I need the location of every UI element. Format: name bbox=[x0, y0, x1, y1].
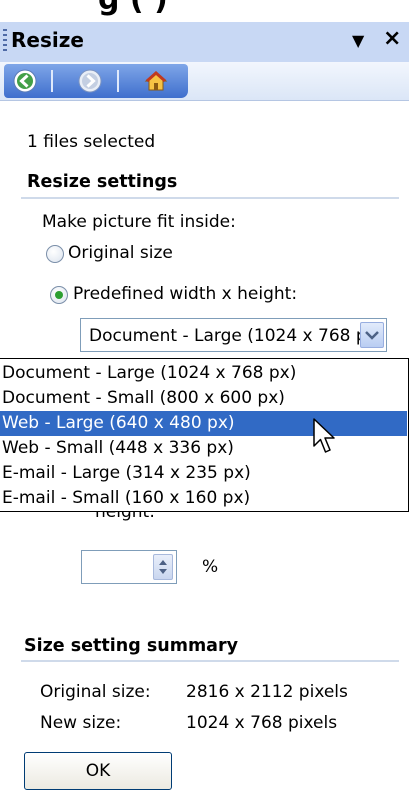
navigation-button-group bbox=[4, 64, 188, 98]
size-option-web-small[interactable]: Web - Small (448 x 336 px) bbox=[0, 436, 407, 461]
forward-button[interactable] bbox=[78, 69, 102, 93]
mouse-pointer-icon bbox=[313, 418, 335, 453]
pane-grip-handle[interactable] bbox=[3, 29, 7, 53]
original-size-summary-value: 2816 x 2112 pixels bbox=[186, 682, 348, 702]
predefined-size-value: Document - Large (1024 x 768 px) bbox=[89, 326, 364, 346]
original-size-label[interactable]: Original size bbox=[68, 243, 173, 263]
home-button[interactable] bbox=[144, 69, 168, 93]
new-size-summary-value: 1024 x 768 pixels bbox=[186, 713, 338, 733]
original-size-radio[interactable] bbox=[46, 245, 64, 263]
window-title-text: g ( ) bbox=[98, 0, 168, 17]
nav-separator bbox=[51, 70, 53, 92]
ok-button[interactable]: OK bbox=[24, 752, 172, 790]
section-divider bbox=[21, 660, 399, 662]
size-option-document-large[interactable]: Document - Large (1024 x 768 px) bbox=[0, 361, 407, 386]
percent-unit: % bbox=[202, 557, 219, 577]
chevron-down-icon bbox=[365, 331, 379, 340]
window-title-fragment: g ( ) bbox=[0, 0, 409, 20]
select-dropdown-button[interactable] bbox=[360, 322, 384, 348]
resize-settings-heading: Resize settings bbox=[27, 172, 178, 192]
spinner-buttons[interactable] bbox=[153, 554, 173, 580]
close-icon[interactable]: × bbox=[383, 26, 401, 51]
new-size-summary-label: New size: bbox=[40, 713, 122, 733]
predefined-size-radio[interactable] bbox=[50, 286, 68, 304]
size-option-web-large[interactable]: Web - Large (640 x 480 px) bbox=[0, 411, 407, 436]
task-pane-title-bar: Resize ▼ × bbox=[0, 22, 409, 62]
back-icon bbox=[13, 69, 37, 93]
section-divider bbox=[21, 197, 399, 199]
nav-separator bbox=[117, 70, 119, 92]
spin-up-down-icon bbox=[159, 560, 167, 574]
back-button[interactable] bbox=[13, 69, 37, 93]
forward-icon bbox=[78, 69, 102, 93]
size-option-email-small[interactable]: E-mail - Small (160 x 160 px) bbox=[0, 486, 407, 511]
predefined-size-select[interactable]: Document - Large (1024 x 768 px) bbox=[80, 318, 387, 352]
height-label: height: bbox=[95, 512, 155, 522]
pane-title: Resize bbox=[11, 28, 84, 52]
predefined-size-label[interactable]: Predefined width x height: bbox=[73, 284, 297, 304]
size-option-document-small[interactable]: Document - Small (800 x 600 px) bbox=[0, 386, 407, 411]
pane-menu-dropdown-icon[interactable]: ▼ bbox=[352, 31, 364, 50]
size-summary-heading: Size setting summary bbox=[24, 636, 239, 656]
navigation-toolbar bbox=[0, 62, 409, 101]
original-size-summary-label: Original size: bbox=[40, 682, 151, 702]
size-option-email-large[interactable]: E-mail - Large (314 x 235 px) bbox=[0, 461, 407, 486]
percent-spinner-input[interactable] bbox=[81, 550, 177, 584]
size-options-list: Document - Large (1024 x 768 px) Documen… bbox=[0, 358, 409, 512]
home-icon bbox=[144, 70, 168, 91]
fit-inside-label: Make picture fit inside: bbox=[42, 212, 236, 232]
radio-selected-dot bbox=[55, 291, 63, 299]
files-selected-status: 1 files selected bbox=[27, 132, 156, 152]
height-label-clip: height: bbox=[95, 512, 185, 525]
